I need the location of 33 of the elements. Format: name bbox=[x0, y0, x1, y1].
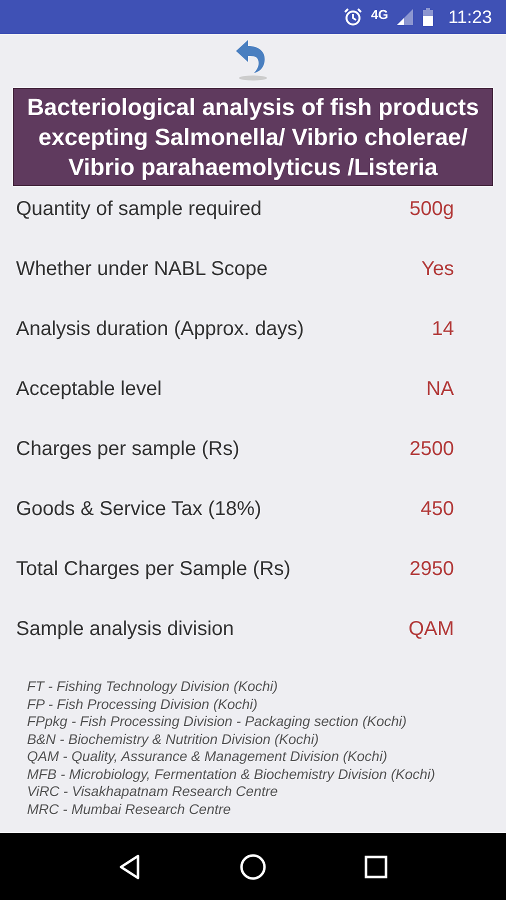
legend-line: QAM - Quality, Assurance & Management Division (Kochi) bbox=[27, 748, 388, 766]
battery-icon bbox=[422, 7, 434, 27]
legend-line: B&N - Biochemistry & Nutrition Division (Kochi) bbox=[27, 730, 320, 748]
detail-value: Yes bbox=[421, 257, 454, 282]
detail-label: Goods & Service Tax (18%) bbox=[16, 497, 262, 522]
detail-value: 500g bbox=[410, 197, 454, 222]
network-type: 4G bbox=[370, 6, 388, 22]
detail-value: 2500 bbox=[410, 437, 454, 462]
detail-label: Whether under NABL Scope bbox=[16, 257, 268, 282]
detail-value: 2950 bbox=[410, 557, 454, 582]
legend-line: MRC - Mumbai Research Centre bbox=[27, 800, 232, 818]
detail-value: QAM bbox=[408, 617, 454, 642]
detail-label: Total Charges per Sample (Rs) bbox=[16, 557, 291, 582]
detail-label: Analysis duration (Approx. days) bbox=[16, 317, 304, 342]
legend-line: FP - Fish Processing Division (Kochi) bbox=[27, 696, 259, 713]
legend-line: MFB - Microbiology, Fermentation & Biochemistry Division (Kochi) bbox=[27, 766, 436, 783]
home-icon[interactable] bbox=[238, 852, 267, 880]
alarm-clock-icon bbox=[342, 7, 363, 27]
detail-label: Sample analysis division bbox=[16, 617, 234, 642]
signal-icon bbox=[396, 8, 414, 26]
legend-line: FPpkg - Fish Processing Division - Packaging section (Kochi) bbox=[27, 713, 408, 730]
legend-line: FT - Fishing Technology Division (Kochi) bbox=[27, 678, 279, 696]
detail-label: Acceptable level bbox=[16, 377, 162, 402]
back-icon[interactable] bbox=[118, 854, 142, 880]
page-title: Bacteriological analysis of fish products excepting Salmonella/ Vibrio cholerae/ Vibrio parahaemolyticus /Listeria bbox=[13, 88, 493, 186]
detail-label: Quantity of sample required bbox=[16, 197, 262, 222]
detail-value: 14 bbox=[432, 317, 454, 342]
legend-line: ViRC - Visakhapatnam Research Centre bbox=[27, 783, 279, 800]
clock: 11:23 bbox=[448, 6, 492, 28]
detail-label: Charges per sample (Rs) bbox=[16, 437, 240, 462]
detail-value: NA bbox=[426, 377, 454, 402]
detail-value: 450 bbox=[420, 497, 454, 522]
recent-apps-icon[interactable] bbox=[364, 854, 388, 878]
